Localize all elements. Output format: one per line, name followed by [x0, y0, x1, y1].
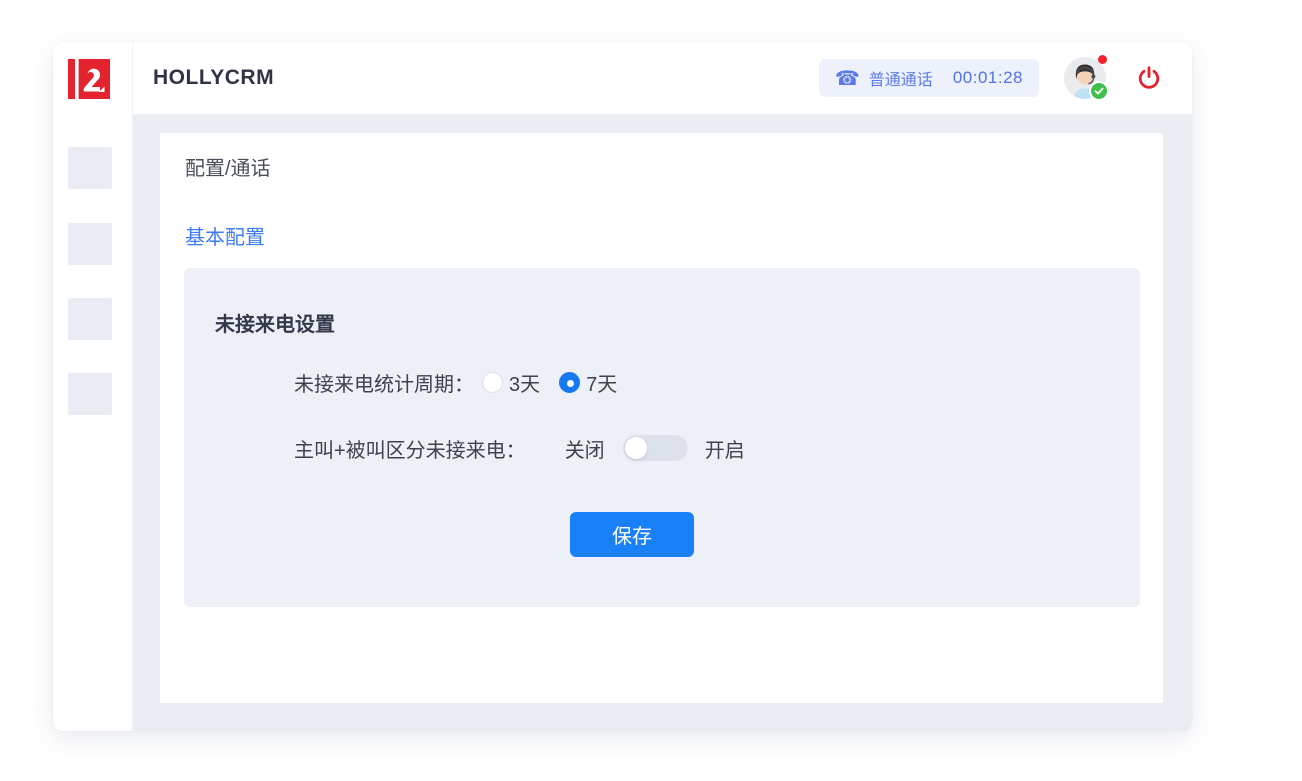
app-title: HOLLYCRM [153, 66, 275, 89]
distinguish-toggle-switch[interactable] [622, 435, 688, 461]
caller-callee-distinguish-label: 主叫+被叫区分未接来电： [294, 439, 526, 462]
radio-option-7-days[interactable]: 7天 [559, 368, 617, 397]
sidebar [53, 42, 133, 731]
breadcrumb: 配置/通话 [185, 158, 271, 180]
missed-call-period-row: 未接来电统计周期： 3天 7天 [294, 368, 617, 396]
sidebar-item-placeholder-4[interactable] [68, 373, 112, 415]
sidebar-item-placeholder-2[interactable] [68, 223, 112, 265]
radio-label-7-days: 7天 [586, 373, 618, 396]
radio-label-3-days: 3天 [509, 373, 541, 396]
toggle-off-label: 关闭 [564, 439, 605, 462]
missed-call-period-label: 未接来电统计周期： [294, 373, 474, 396]
tab-basic-config[interactable]: 基本配置 [185, 221, 265, 250]
user-avatar[interactable] [1064, 55, 1109, 101]
section-title: 未接来电设置 [215, 314, 335, 336]
logout-power-icon[interactable] [1136, 65, 1162, 91]
toggle-on-label: 开启 [704, 439, 745, 462]
app-window: HOLLYCRM ☎ 普通通话 00:01:28 配置/通话 基本配置 未接来电… [53, 42, 1192, 731]
sidebar-item-placeholder-3[interactable] [68, 298, 112, 340]
radio-option-3-days[interactable]: 3天 [482, 368, 540, 397]
sidebar-item-placeholder-1[interactable] [68, 147, 112, 189]
missed-call-settings-box: 未接来电设置 未接来电统计周期： 3天 7天 主叫+被叫区分未接来电： 关闭 开… [184, 268, 1140, 607]
notification-dot [1098, 55, 1107, 64]
brand-logo-svg [68, 59, 110, 99]
toggle-knob[interactable] [624, 437, 647, 459]
main-area: 配置/通话 基本配置 未接来电设置 未接来电统计周期： 3天 7天 主叫+被叫区… [133, 114, 1192, 731]
header-right-group: ☎ 普通通话 00:01:28 [818, 55, 1162, 101]
content-panel: 配置/通话 基本配置 未接来电设置 未接来电统计周期： 3天 7天 主叫+被叫区… [160, 133, 1163, 703]
call-timer: 00:01:28 [952, 68, 1023, 87]
brand-logo-icon[interactable] [68, 59, 110, 99]
call-type-label: 普通通话 [868, 72, 933, 89]
radio-circle-unchecked[interactable] [482, 371, 503, 393]
save-button[interactable]: 保存 [570, 512, 694, 557]
online-status-check-icon [1089, 81, 1109, 101]
top-header: HOLLYCRM ☎ 普通通话 00:01:28 [133, 42, 1192, 114]
caller-callee-distinguish-row: 主叫+被叫区分未接来电： 关闭 开启 [294, 434, 745, 462]
phone-icon: ☎ [834, 66, 860, 90]
call-status-badge[interactable]: ☎ 普通通话 00:01:28 [818, 59, 1039, 97]
radio-circle-checked[interactable] [559, 371, 581, 393]
